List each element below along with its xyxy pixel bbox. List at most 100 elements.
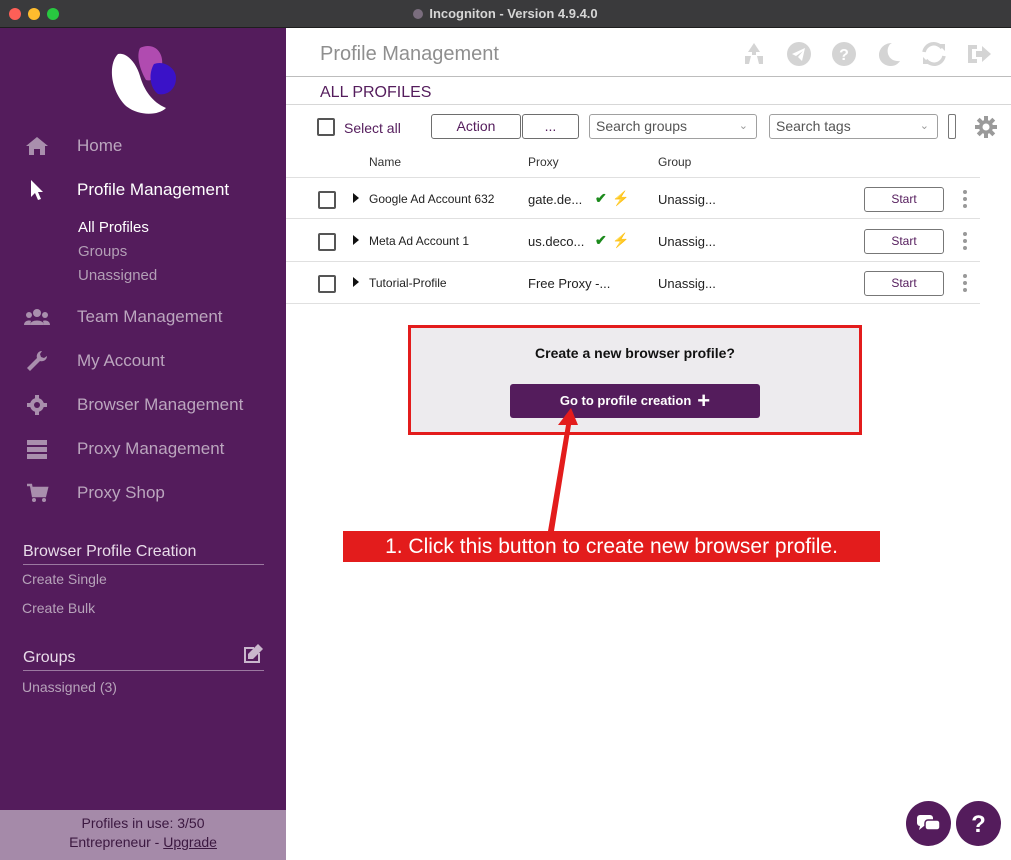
column-header-name[interactable]: Name [369, 155, 401, 169]
window-title: Incogniton - Version 4.9.4.0 [0, 6, 1011, 21]
row-checkbox[interactable] [318, 233, 336, 251]
start-button[interactable]: Start [864, 229, 944, 254]
server-icon [27, 440, 47, 459]
gear-icon [27, 395, 47, 415]
pointer-icon [31, 180, 43, 200]
subnav-groups[interactable]: Groups [78, 243, 127, 260]
column-toggle[interactable] [948, 114, 956, 139]
create-bulk-link[interactable]: Create Bulk [22, 600, 95, 616]
incogniton-logo [111, 46, 176, 114]
recycle-icon[interactable] [740, 40, 768, 68]
users-icon [24, 309, 50, 325]
group-value: Unassig... [658, 234, 716, 249]
nav-team-management[interactable]: Team Management [0, 299, 286, 335]
section-divider [286, 104, 1011, 105]
window-titlebar: Incogniton - Version 4.9.4.0 [0, 0, 1011, 28]
header-icons: ? [740, 40, 993, 68]
help-icon[interactable]: ? [830, 40, 858, 68]
search-tags-placeholder: Search tags [776, 118, 851, 134]
proxy-ok-check-icon: ✔ [595, 232, 607, 248]
svg-text:?: ? [839, 47, 849, 64]
subnav-unassigned[interactable]: Unassigned [78, 267, 157, 284]
annotation-callout: 1. Click this button to create new brows… [343, 531, 880, 562]
telegram-icon[interactable] [785, 40, 813, 68]
expand-caret-icon[interactable] [353, 235, 359, 245]
cart-icon [27, 483, 49, 502]
profile-usage-footer: Profiles in use: 3/50 Entrepreneur - Upg… [0, 810, 286, 860]
nav-profile-management-label: Profile Management [77, 180, 230, 199]
profile-name: Tutorial-Profile [369, 276, 447, 290]
go-to-profile-creation-button[interactable]: Go to profile creation + [510, 384, 760, 418]
nav-team-management-label: Team Management [77, 307, 223, 326]
create-profile-question: Create a new browser profile? [535, 345, 735, 361]
row-checkbox[interactable] [318, 275, 336, 293]
nav-profile-management[interactable]: Profile Management [0, 172, 286, 208]
plan-line: Entrepreneur - Upgrade [0, 833, 286, 852]
section-title: ALL PROFILES [320, 84, 432, 101]
logout-icon[interactable] [965, 40, 993, 68]
kebab-menu-icon[interactable] [962, 189, 968, 209]
nav-proxy-management-label: Proxy Management [77, 439, 225, 458]
row-checkbox[interactable] [318, 191, 336, 209]
home-icon [26, 137, 48, 155]
plus-icon: + [697, 388, 711, 413]
edit-groups-icon[interactable] [241, 642, 265, 666]
chevron-down-icon: ⌄ [738, 120, 748, 132]
dark-mode-icon[interactable] [875, 40, 903, 68]
nav-home-label: Home [77, 136, 123, 155]
chat-button[interactable] [906, 801, 951, 846]
plan-name: Entrepreneur - [69, 834, 164, 850]
create-single-link[interactable]: Create Single [22, 571, 107, 587]
profile-name: Meta Ad Account 1 [369, 234, 470, 248]
nav-browser-management[interactable]: Browser Management [0, 387, 286, 423]
more-button[interactable]: ... [522, 114, 579, 139]
svg-text:?: ? [971, 811, 986, 838]
nav-my-account[interactable]: My Account [0, 343, 286, 379]
refresh-icon[interactable] [920, 40, 948, 68]
annotation-arrow [548, 408, 578, 531]
proxy-ok-check-icon: ✔ [595, 190, 607, 206]
settings-gear-icon[interactable] [974, 115, 998, 139]
start-button[interactable]: Start [864, 187, 944, 212]
profile-name: Google Ad Account 632 [369, 192, 495, 206]
search-groups-placeholder: Search groups [596, 118, 688, 134]
expand-caret-icon[interactable] [353, 277, 359, 287]
lightning-icon[interactable]: ⚡ [612, 232, 629, 249]
question-mark-icon: ? [971, 811, 986, 838]
group-value: Unassig... [658, 276, 716, 291]
chat-bubbles-icon [917, 815, 941, 831]
proxy-value: us.deco... [528, 234, 585, 249]
table-row[interactable]: Google Ad Account 632 gate.de... ✔ ⚡ Una… [286, 177, 980, 219]
nav-proxy-shop-label: Proxy Shop [77, 483, 165, 502]
kebab-menu-icon[interactable] [962, 273, 968, 293]
browser-profile-creation-heading: Browser Profile Creation [23, 543, 264, 565]
nav-home[interactable]: Home [0, 128, 286, 164]
select-all-label[interactable]: Select all [344, 120, 401, 136]
window-title-text: Incogniton - Version 4.9.4.0 [429, 6, 598, 21]
help-fab-button[interactable]: ? [956, 801, 1001, 846]
nav-proxy-management[interactable]: Proxy Management [0, 431, 286, 467]
group-unassigned-link[interactable]: Unassigned (3) [22, 679, 117, 695]
header-divider [286, 76, 1011, 77]
select-all-checkbox[interactable] [317, 118, 335, 136]
column-header-group[interactable]: Group [658, 155, 691, 169]
action-button[interactable]: Action [431, 114, 521, 139]
nav-my-account-label: My Account [77, 351, 165, 370]
nav-proxy-shop[interactable]: Proxy Shop [0, 475, 286, 511]
subnav-all-profiles[interactable]: All Profiles [78, 219, 149, 236]
start-button[interactable]: Start [864, 271, 944, 296]
table-row[interactable]: Meta Ad Account 1 us.deco... ✔ ⚡ Unassig… [286, 220, 980, 262]
kebab-menu-icon[interactable] [962, 231, 968, 251]
page-title: Profile Management [320, 43, 499, 65]
expand-caret-icon[interactable] [353, 193, 359, 203]
chevron-down-icon: ⌄ [919, 120, 929, 132]
upgrade-link[interactable]: Upgrade [163, 834, 217, 850]
column-header-proxy[interactable]: Proxy [528, 155, 559, 169]
search-groups-dropdown[interactable]: Search groups ⌄ [589, 114, 757, 139]
wrench-icon [27, 351, 47, 371]
lightning-icon[interactable]: ⚡ [612, 190, 629, 207]
table-row[interactable]: Tutorial-Profile Free Proxy -... Unassig… [286, 262, 980, 304]
go-to-profile-creation-label: Go to profile creation [559, 393, 692, 408]
search-tags-dropdown[interactable]: Search tags ⌄ [769, 114, 938, 139]
create-profile-panel: Create a new browser profile? Go to prof… [408, 325, 862, 435]
